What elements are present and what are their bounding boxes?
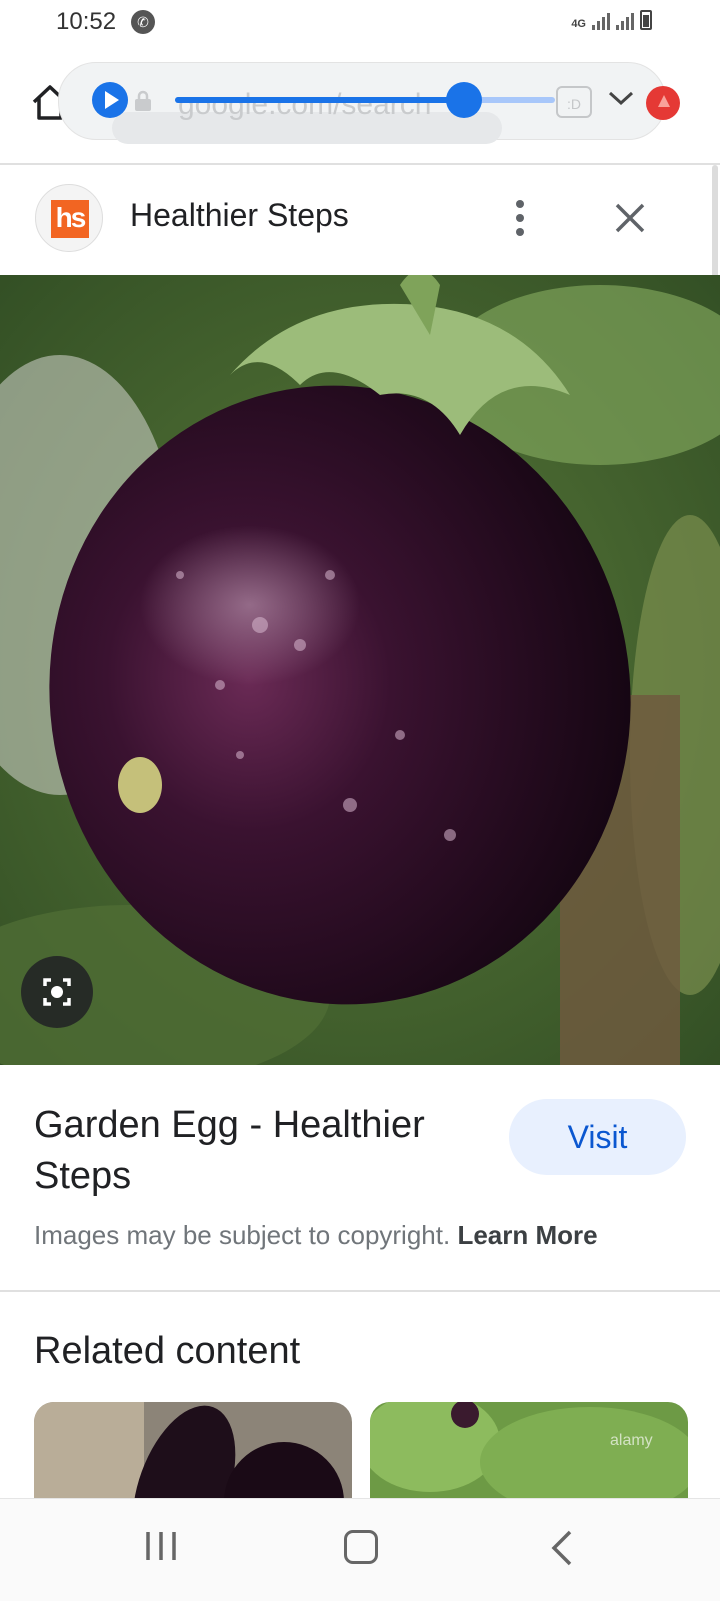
status-bar: 10:52 ✆ 4G	[0, 0, 720, 48]
eggplant-image[interactable]	[0, 275, 720, 1065]
related-thumbnail-2[interactable]: alamy	[370, 1402, 688, 1502]
lens-glyph	[43, 978, 71, 1006]
back-icon[interactable]	[548, 1528, 576, 1568]
more-vert-icon[interactable]	[510, 198, 530, 238]
extension-icon[interactable]	[646, 86, 680, 120]
play-icon[interactable]	[92, 82, 128, 118]
section-divider	[0, 1290, 720, 1292]
lock-icon	[135, 90, 151, 111]
phone-call-icon: ✆	[131, 10, 155, 34]
recents-icon[interactable]	[142, 1528, 180, 1564]
copyright-text: Images may be subject to copyright.	[34, 1220, 451, 1250]
home-icon[interactable]	[344, 1530, 378, 1564]
url-text[interactable]: google.com/search	[178, 88, 488, 122]
visit-button[interactable]: Visit	[509, 1099, 686, 1175]
source-title[interactable]: Healthier Steps	[130, 197, 349, 234]
battery-icon	[640, 10, 652, 30]
status-icons: 4G	[571, 10, 652, 30]
status-time: 10:52	[56, 8, 117, 35]
chevron-down-icon[interactable]	[606, 86, 636, 110]
network-type-label: 4G	[571, 18, 586, 30]
related-thumbnail-1[interactable]	[34, 1402, 352, 1502]
close-icon[interactable]	[612, 200, 648, 236]
related-content-heading: Related content	[34, 1330, 301, 1372]
signal-icon	[592, 12, 610, 30]
copyright-notice: Images may be subject to copyright. Lear…	[34, 1220, 598, 1251]
image-title[interactable]: Garden Egg - Healthier Steps	[34, 1100, 474, 1202]
tab-switcher-icon[interactable]: :D	[556, 86, 592, 118]
signal-icon-2	[616, 12, 634, 30]
watermark-text: alamy	[610, 1432, 653, 1449]
source-logo[interactable]: hs	[35, 184, 103, 252]
google-lens-icon[interactable]	[21, 956, 93, 1028]
media-progress-thumb[interactable]	[445, 82, 482, 118]
header-divider	[0, 163, 720, 165]
media-progress-fill	[175, 97, 464, 103]
scrollbar[interactable]	[712, 165, 718, 285]
learn-more-link[interactable]: Learn More	[457, 1220, 597, 1250]
related-thumbnail-2-image	[370, 1402, 688, 1502]
source-logo-text: hs	[51, 200, 89, 238]
